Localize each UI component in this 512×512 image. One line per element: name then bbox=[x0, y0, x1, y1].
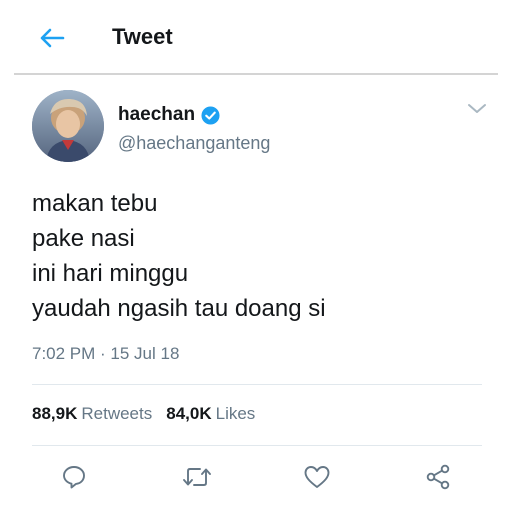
author-name-row: haechan bbox=[118, 104, 220, 126]
divider bbox=[32, 384, 482, 385]
profile-photo bbox=[32, 90, 104, 162]
reply-button[interactable] bbox=[59, 462, 89, 492]
like-button[interactable] bbox=[302, 462, 332, 492]
likes-count[interactable]: 84,0K bbox=[166, 404, 211, 424]
arrow-left-icon bbox=[40, 28, 65, 48]
likes-label[interactable]: Likes bbox=[216, 404, 256, 424]
tweet-body: makan tebu pake nasi ini hari minggu yau… bbox=[32, 186, 492, 326]
page-title: Tweet bbox=[112, 24, 173, 49]
share-button[interactable] bbox=[423, 462, 453, 492]
chevron-down-icon[interactable] bbox=[466, 101, 488, 117]
tweet-actions bbox=[0, 462, 512, 492]
author-display-name[interactable]: haechan bbox=[118, 104, 195, 126]
reply-icon bbox=[63, 466, 85, 489]
verified-badge-icon bbox=[201, 105, 220, 125]
back-button[interactable] bbox=[36, 24, 68, 52]
tweet-stats: 88,9K Retweets 84,0K Likes bbox=[32, 404, 255, 424]
retweet-icon bbox=[183, 468, 211, 486]
avatar[interactable] bbox=[32, 90, 104, 162]
header-divider bbox=[14, 73, 498, 75]
retweets-count[interactable]: 88,9K bbox=[32, 404, 77, 424]
tweet-line: yaudah ngasih tau doang si bbox=[32, 295, 326, 322]
tweet-line: makan tebu bbox=[32, 190, 158, 217]
tweet-timestamp: 7:02 PM · 15 Jul 18 bbox=[32, 344, 180, 363]
retweet-button[interactable] bbox=[182, 462, 212, 492]
share-icon bbox=[426, 464, 450, 490]
tweet-line: ini hari minggu bbox=[32, 260, 189, 287]
retweets-label[interactable]: Retweets bbox=[81, 404, 152, 424]
divider bbox=[32, 445, 482, 446]
author-handle[interactable]: @haechanganteng bbox=[118, 133, 270, 154]
top-bar: Tweet bbox=[0, 0, 512, 76]
like-icon bbox=[304, 466, 330, 488]
tweet-line: pake nasi bbox=[32, 225, 135, 252]
